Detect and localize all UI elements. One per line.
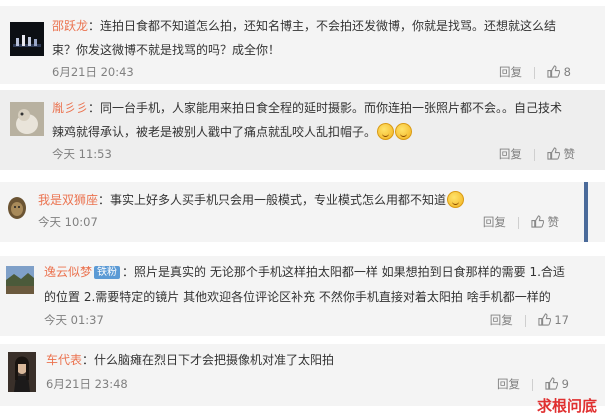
comment-card: 邵跃龙：连拍日食都不知道怎么拍，还知名博主，不会拍还发微博，你就是找骂。还想就这… bbox=[0, 6, 605, 84]
avatar[interactable] bbox=[6, 192, 28, 226]
comment-line-1: 连拍日食都不知道怎么拍，还知名博主，不会拍还发微博，你就是找骂。还想就这么结 bbox=[100, 19, 557, 33]
username-link[interactable]: 邵跃龙 bbox=[52, 19, 88, 33]
colon: ： bbox=[88, 101, 101, 115]
comment-card: 我是双狮座：事实上好多人买手机只会用一般模式，专业模式怎么用都不知道 今天 10… bbox=[0, 182, 605, 242]
laugh-emoji-icon bbox=[447, 191, 465, 208]
divider bbox=[534, 66, 536, 79]
comment-card: 车代表：什么脑瘫在烈日下才会把摄像机对准了太阳拍 6月21日 23:48 回复 … bbox=[0, 344, 605, 406]
like-count: 17 bbox=[554, 313, 569, 327]
thumbs-up-icon bbox=[531, 215, 545, 228]
colon: ： bbox=[122, 265, 135, 279]
smile-emoji-icon bbox=[395, 123, 413, 140]
timestamp: 今天 10:07 bbox=[38, 215, 98, 229]
smile-emoji-icon bbox=[377, 123, 395, 140]
reply-button[interactable]: 回复 bbox=[499, 65, 522, 79]
comment-text: 我是双狮座：事实上好多人买手机只会用一般模式，专业模式怎么用都不知道 bbox=[38, 188, 465, 212]
comment-line-2-row: 辣鸡就得承认，被老是被别人戳中了痛点就乱咬人乱扣帽子。 bbox=[52, 120, 413, 144]
comment-text: 逸云似梦 铁粉 ：照片是真实的 无论那个手机这样拍太阳都一样 如果想拍到日食那样的需… bbox=[44, 260, 565, 284]
like-count: 赞 bbox=[563, 147, 576, 161]
thumbs-up-icon bbox=[538, 313, 551, 326]
colon: ： bbox=[98, 193, 111, 207]
like-count: 赞 bbox=[547, 215, 560, 229]
scrollbar[interactable] bbox=[584, 182, 588, 242]
comment-line-2: 束？你发这微博不就是找骂的吗？成全你！ bbox=[52, 43, 281, 57]
comment-line-1: 照片是真实的 无论那个手机这样拍太阳都一样 如果想拍到日食那样的需要 1.合适 bbox=[134, 265, 565, 279]
comment-actions: 回复 赞 bbox=[483, 214, 559, 230]
like-count: 9 bbox=[561, 377, 569, 391]
username-link[interactable]: 胤彡彡 bbox=[52, 101, 88, 115]
like-button[interactable]: 赞 bbox=[547, 147, 575, 161]
like-button[interactable]: 赞 bbox=[531, 215, 559, 229]
timestamp: 今天 11:53 bbox=[52, 147, 112, 161]
username-link[interactable]: 逸云似梦 bbox=[44, 265, 92, 279]
like-button[interactable]: 9 bbox=[545, 377, 569, 391]
divider bbox=[532, 378, 534, 391]
avatar[interactable] bbox=[10, 102, 44, 136]
reply-button[interactable]: 回复 bbox=[490, 313, 513, 327]
comment-line-1: 同一台手机，人家能用来拍日食全程的延时摄影。而你连拍一张照片都不会。。自己技术 bbox=[100, 101, 563, 115]
divider bbox=[524, 314, 526, 327]
comment-text: 胤彡彡：同一台手机，人家能用来拍日食全程的延时摄影。而你连拍一张照片都不会。。自… bbox=[52, 96, 562, 120]
comment-line-2: 的位置 2.需要特定的镜片 其他欢迎各位评论区补充 不然你手机直接对着太阳拍 啥… bbox=[44, 290, 551, 304]
comment-actions: 回复 9 bbox=[497, 376, 569, 392]
comment-card: 逸云似梦 铁粉 ：照片是真实的 无论那个手机这样拍太阳都一样 如果想拍到日食那样的需… bbox=[0, 256, 605, 336]
like-button[interactable]: 17 bbox=[538, 313, 569, 327]
comment-actions: 回复 8 bbox=[499, 64, 571, 80]
comment-text: 车代表：什么脑瘫在烈日下才会把摄像机对准了太阳拍 bbox=[46, 348, 334, 372]
comment-card: 胤彡彡：同一台手机，人家能用来拍日食全程的延时摄影。而你连拍一张照片都不会。。自… bbox=[0, 90, 605, 170]
like-button[interactable]: 8 bbox=[547, 65, 571, 79]
comment-line-2: 辣鸡就得承认，被老是被别人戳中了痛点就乱咬人乱扣帽子。 bbox=[52, 125, 377, 139]
timestamp: 6月21日 20:43 bbox=[52, 65, 134, 79]
reply-button[interactable]: 回复 bbox=[499, 147, 522, 161]
avatar[interactable] bbox=[10, 22, 44, 56]
colon: ： bbox=[82, 353, 95, 367]
username-link[interactable]: 车代表 bbox=[46, 353, 82, 367]
reply-button[interactable]: 回复 bbox=[497, 377, 520, 391]
comment-actions: 回复 17 bbox=[490, 312, 569, 328]
avatar[interactable] bbox=[6, 266, 34, 294]
comment-line-1: 什么脑瘫在烈日下才会把摄像机对准了太阳拍 bbox=[94, 353, 335, 367]
comment-line-1: 事实上好多人买手机只会用一般模式，专业模式怎么用都不知道 bbox=[110, 193, 447, 207]
comment-text: 邵跃龙：连拍日食都不知道怎么拍，还知名博主，不会拍还发微博，你就是找骂。还想就这… bbox=[52, 14, 556, 38]
thumbs-up-icon bbox=[547, 147, 561, 160]
timestamp: 今天 01:37 bbox=[44, 313, 104, 327]
reply-button[interactable]: 回复 bbox=[483, 215, 506, 229]
thumbs-up-icon bbox=[547, 65, 561, 78]
like-count: 8 bbox=[563, 65, 571, 79]
watermark: 求根问底 bbox=[536, 397, 597, 415]
comment-actions: 回复 赞 bbox=[499, 146, 575, 162]
username-link[interactable]: 我是双狮座 bbox=[38, 193, 98, 207]
thumbs-up-icon bbox=[545, 377, 559, 390]
timestamp: 6月21日 23:48 bbox=[46, 377, 128, 391]
divider bbox=[533, 148, 535, 161]
colon: ： bbox=[88, 19, 101, 33]
avatar[interactable] bbox=[8, 352, 36, 392]
divider bbox=[517, 216, 519, 229]
comment-list: { "comments": [ { "username": "邵跃龙", "se… bbox=[0, 0, 605, 420]
fan-badge: 铁粉 bbox=[94, 266, 121, 279]
